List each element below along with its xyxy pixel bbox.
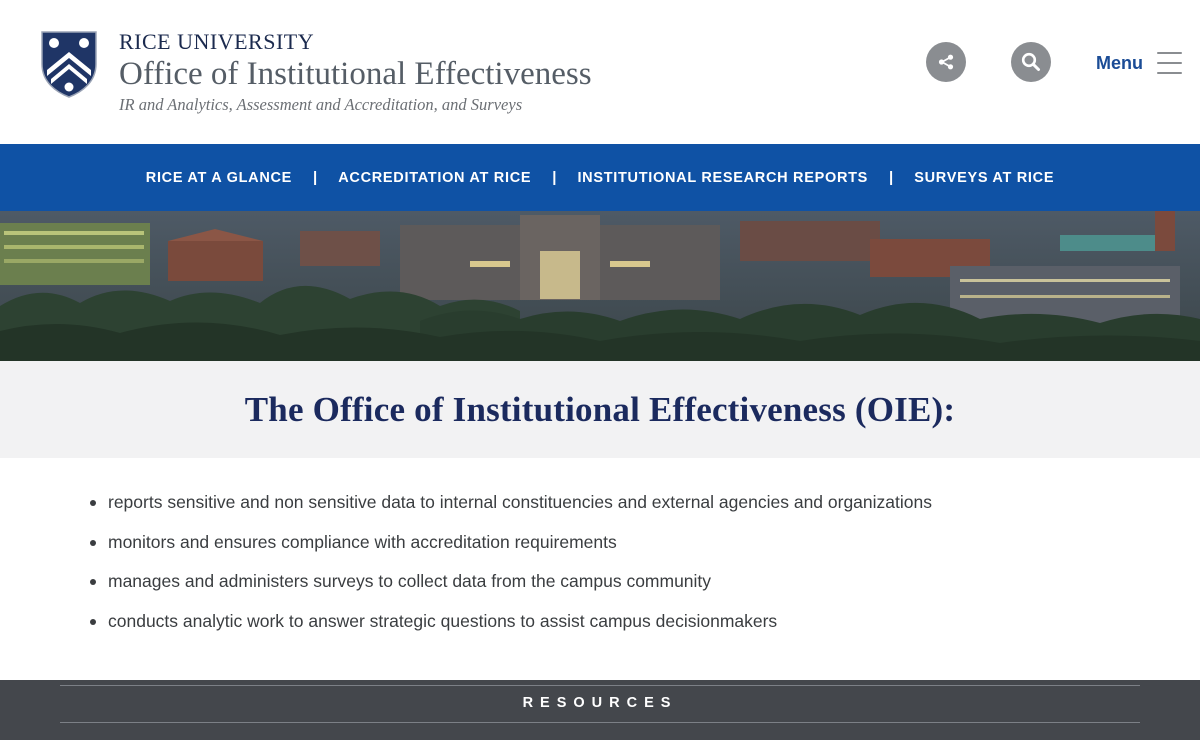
site-header: RICE UNIVERSITY Office of Institutional …	[0, 0, 1200, 144]
nav-institutional-research-reports[interactable]: INSTITUTIONAL RESEARCH REPORTS	[577, 170, 868, 186]
search-button[interactable]	[1011, 42, 1051, 82]
menu-label: Menu	[1096, 52, 1143, 73]
divider	[60, 722, 1140, 723]
office-name: Office of Institutional Effectiveness	[119, 56, 592, 92]
share-button[interactable]	[926, 42, 966, 82]
nav-rice-at-a-glance[interactable]: RICE AT A GLANCE	[146, 170, 292, 186]
search-icon	[1021, 52, 1040, 71]
hamburger-icon	[1157, 52, 1182, 74]
rice-shield-logo[interactable]	[40, 30, 98, 98]
campus-hero-image	[0, 211, 1200, 361]
list-item: conducts analytic work to answer strateg…	[90, 611, 932, 631]
share-icon	[938, 54, 954, 70]
nav-separator: |	[313, 169, 318, 186]
nav-surveys-at-rice[interactable]: SURVEYS AT RICE	[914, 170, 1054, 186]
office-tagline: IR and Analytics, Assessment and Accredi…	[119, 95, 523, 114]
list-item: manages and administers surveys to colle…	[90, 571, 932, 591]
list-item: reports sensitive and non sensitive data…	[90, 492, 932, 512]
divider	[60, 685, 1140, 686]
oie-description: reports sensitive and non sensitive data…	[0, 458, 1200, 680]
resources-heading[interactable]: RESOURCES	[0, 695, 1200, 711]
page-title: The Office of Institutional Effectivenes…	[244, 389, 956, 429]
oie-function-list: reports sensitive and non sensitive data…	[90, 492, 932, 650]
nav-accreditation-at-rice[interactable]: ACCREDITATION AT RICE	[338, 170, 531, 186]
primary-nav: RICE AT A GLANCE | ACCREDITATION AT RICE…	[0, 144, 1200, 211]
university-name: RICE UNIVERSITY	[119, 29, 315, 54]
nav-separator: |	[552, 169, 557, 186]
resources-section: RESOURCES	[0, 680, 1200, 740]
list-item: monitors and ensures compliance with acc…	[90, 532, 932, 552]
menu-button[interactable]: Menu	[1096, 48, 1182, 78]
nav-separator: |	[889, 169, 894, 186]
intro-title-band: The Office of Institutional Effectivenes…	[0, 361, 1200, 458]
brand-block[interactable]: RICE UNIVERSITY Office of Institutional …	[119, 30, 592, 116]
